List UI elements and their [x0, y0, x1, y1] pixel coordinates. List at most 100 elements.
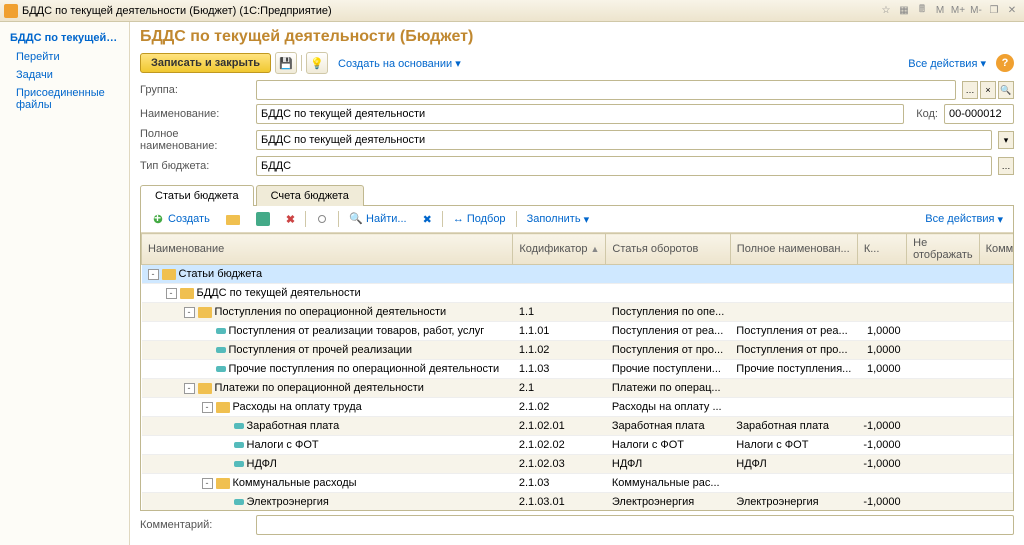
sidebar-item-files[interactable]: Присоединенные файлы — [0, 84, 129, 114]
group-clear-icon[interactable]: × — [980, 81, 996, 99]
save-close-button[interactable]: Записать и закрыть — [140, 53, 271, 73]
save-icon[interactable]: 💾 — [275, 52, 297, 74]
col-hide[interactable]: Не отображать — [907, 234, 979, 265]
row-name: Расходы на оплату труда — [233, 401, 362, 413]
window-title: БДДС по текущей деятельности (Бюджет) (1… — [22, 5, 332, 17]
search-icon — [318, 215, 326, 223]
tb-icon-1[interactable]: ☆ — [878, 3, 894, 19]
mem-m[interactable]: M — [932, 3, 948, 19]
cell-full — [730, 303, 857, 322]
sidebar-item-tasks[interactable]: Задачи — [0, 66, 129, 84]
restore-icon[interactable]: ❐ — [986, 3, 1002, 19]
add-icon — [151, 212, 165, 226]
table-row[interactable]: Заработная плата2.1.02.01Заработная плат… — [142, 417, 1014, 436]
tb-icon-3[interactable]: 🖩 — [914, 3, 930, 19]
cell-full — [730, 379, 857, 398]
cell-cod: 2.1.02.01 — [513, 417, 606, 436]
cell-full — [730, 265, 857, 284]
mem-mplus[interactable]: M+ — [950, 3, 966, 19]
row-name: Налоги с ФОТ — [247, 439, 319, 451]
cell-cod: 1.1.02 — [513, 341, 606, 360]
table-row[interactable]: - Платежи по операционной деятельности 2.1… — [142, 379, 1014, 398]
tab-accounts[interactable]: Счета бюджета — [256, 185, 364, 206]
sidebar-item-goto[interactable]: Перейти — [0, 48, 129, 66]
app-icon — [4, 4, 18, 18]
grid-delete-button[interactable]: ✖ — [280, 211, 301, 228]
col-fullname[interactable]: Полное наименован... — [730, 234, 857, 265]
cell-cod: 2.1.02.02 — [513, 436, 606, 455]
grid-create-button[interactable]: Создать — [145, 210, 216, 228]
folder-icon — [198, 383, 212, 394]
name-label: Наименование: — [140, 108, 250, 120]
tree-expander[interactable]: - — [184, 307, 195, 318]
close-icon[interactable]: ✕ — [1004, 3, 1020, 19]
table-row[interactable]: -Коммунальные расходы2.1.03Коммунальные … — [142, 474, 1014, 493]
cell-turn — [606, 265, 730, 284]
cell-turn: Платежи по операц... — [606, 379, 730, 398]
group-label: Группа: — [140, 84, 250, 96]
fullname-dropdown-icon[interactable]: ▾ — [998, 131, 1014, 149]
tree-expander[interactable]: - — [148, 269, 159, 280]
table-row[interactable]: -Расходы на оплату труда2.1.02Расходы на… — [142, 398, 1014, 417]
grid-clear-find-button[interactable]: ✖ — [417, 211, 438, 228]
all-actions-button[interactable]: Все действия ▾ — [902, 54, 992, 73]
grid-all-actions-button[interactable]: Все действия ▾ — [919, 211, 1009, 228]
grid-search-button[interactable] — [310, 211, 334, 227]
grid-select-button[interactable]: ↔ Подбор — [447, 211, 512, 227]
budget-type-select-icon[interactable]: … — [998, 157, 1014, 175]
table-row[interactable]: НДФЛ2.1.02.03НДФЛНДФЛ-1,0000 — [142, 455, 1014, 474]
table-row[interactable]: - БДДС по текущей деятельности — [142, 284, 1014, 303]
group-open-icon[interactable]: 🔍 — [998, 81, 1014, 99]
cell-cod: 1.1.03 — [513, 360, 606, 379]
tree-expander[interactable]: - — [184, 383, 195, 394]
grid-find-button[interactable]: 🔍Найти... — [343, 210, 413, 228]
edit-icon — [256, 212, 270, 226]
table-row[interactable]: Поступления от прочей реализации1.1.02По… — [142, 341, 1014, 360]
col-comment[interactable]: Комментарий — [979, 234, 1013, 265]
name-input[interactable] — [256, 104, 904, 124]
tb-icon-2[interactable]: ▦ — [896, 3, 912, 19]
grid-add-folder-button[interactable] — [220, 211, 246, 227]
grid-edit-button[interactable] — [250, 210, 276, 228]
row-name: Поступления по операционной деятельности — [215, 306, 447, 318]
sidebar-title: БДДС по текущей де... — [0, 28, 129, 48]
group-select-icon[interactable]: … — [962, 81, 978, 99]
table-row[interactable]: Электроэнергия2.1.03.01ЭлектроэнергияЭле… — [142, 493, 1014, 511]
fullname-input[interactable] — [256, 130, 992, 150]
row-name: Платежи по операционной деятельности — [215, 382, 424, 394]
cell-cod: 2.1 — [513, 379, 606, 398]
group-input[interactable] — [256, 80, 956, 100]
leaf-icon — [234, 423, 244, 429]
cell-turn: НДФЛ — [606, 455, 730, 474]
help-icon[interactable]: ? — [996, 54, 1014, 72]
tab-articles[interactable]: Статьи бюджета — [140, 185, 254, 206]
row-name: БДДС по текущей деятельности — [197, 287, 361, 299]
cell-k: -1,0000 — [857, 455, 906, 474]
col-name[interactable]: Наименование — [142, 234, 513, 265]
grid-fill-button[interactable]: Заполнить ▾ — [521, 211, 596, 228]
table-row[interactable]: - Поступления по операционной деятельност… — [142, 303, 1014, 322]
comment-input[interactable] — [256, 515, 1014, 535]
col-codifier[interactable]: Кодификатор▲ — [513, 234, 606, 265]
cell-full: Электроэнергия — [730, 493, 857, 511]
tree-expander[interactable]: - — [166, 288, 177, 299]
col-turnover[interactable]: Статья оборотов — [606, 234, 730, 265]
table-row[interactable]: Прочие поступления по операционной деяте… — [142, 360, 1014, 379]
code-input[interactable] — [944, 104, 1014, 124]
create-base-button[interactable]: Создать на основании ▾ — [332, 54, 467, 73]
bulb-icon[interactable]: 💡 — [306, 52, 328, 74]
row-name: Поступления от реализации товаров, работ… — [229, 325, 485, 337]
cell-turn: Коммунальные рас... — [606, 474, 730, 493]
cell-cod: 2.1.03.01 — [513, 493, 606, 511]
table-row[interactable]: -Статьи бюджета — [142, 265, 1014, 284]
col-k[interactable]: К... — [857, 234, 906, 265]
table-row[interactable]: Поступления от реализации товаров, работ… — [142, 322, 1014, 341]
mem-mminus[interactable]: M- — [968, 3, 984, 19]
tree-expander[interactable]: - — [202, 478, 213, 489]
fullname-label: Полное наименование: — [140, 128, 250, 152]
budget-type-input[interactable] — [256, 156, 992, 176]
row-name: Электроэнергия — [247, 496, 329, 508]
tree-expander[interactable]: - — [202, 402, 213, 413]
cell-k: -1,0000 — [857, 436, 906, 455]
table-row[interactable]: Налоги с ФОТ2.1.02.02Налоги с ФОТНалоги … — [142, 436, 1014, 455]
